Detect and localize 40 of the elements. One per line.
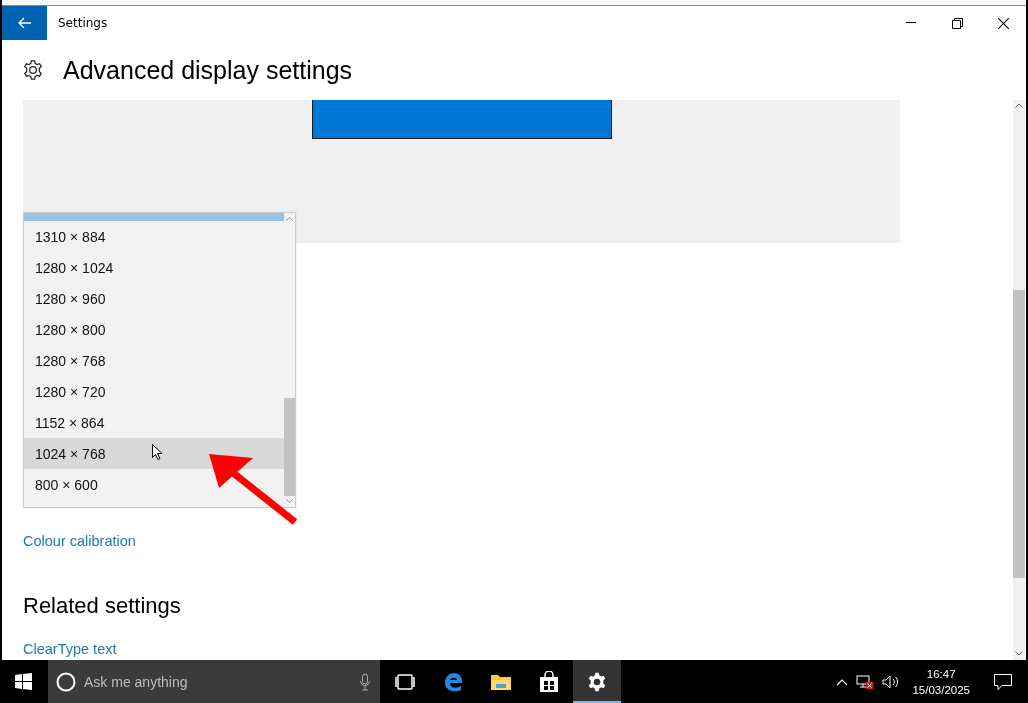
back-button[interactable] (2, 6, 47, 40)
resolution-option[interactable]: 1280 × 800 (24, 314, 284, 345)
monitor-display[interactable] (311, 100, 612, 139)
window-title: Settings (58, 16, 109, 30)
circle-icon (56, 671, 76, 692)
resolution-option[interactable]: 1280 × 960 (24, 283, 284, 314)
task-view-icon (395, 673, 415, 690)
settings-icon (587, 671, 607, 692)
scroll-up-icon[interactable] (286, 216, 293, 221)
section-heading: Related settings (23, 593, 182, 619)
settings-icon (23, 60, 43, 80)
microphone-icon[interactable] (360, 672, 370, 691)
scroll-up-icon[interactable] (1015, 103, 1023, 108)
resolution-option[interactable]: 1152 × 864 (24, 407, 284, 438)
cleartype-link[interactable]: ClearType text (23, 641, 117, 657)
resolution-option[interactable]: 1310 × 884 (24, 221, 284, 252)
shopping-bag-icon (539, 670, 559, 693)
scroll-down-icon[interactable] (286, 499, 293, 504)
resolution-option[interactable]: 800 × 600 (24, 469, 284, 500)
browser-icon (442, 670, 464, 693)
taskbar-app-button[interactable] (573, 660, 621, 703)
resolution-option[interactable]: 1280 × 1024 (24, 252, 284, 283)
close-icon (997, 17, 1009, 29)
scroll-down-icon[interactable] (1015, 651, 1023, 656)
speech-bubble-icon (994, 673, 1012, 690)
windows-logo-icon (14, 673, 32, 690)
resolution-option[interactable]: 1024 × 768 (24, 438, 284, 469)
restore-icon (951, 17, 963, 29)
minimize-icon (906, 22, 916, 24)
resolution-option[interactable]: 1280 × 720 (24, 376, 284, 407)
scrollbar-thumb[interactable] (1013, 290, 1025, 578)
search-field[interactable]: Ask me anything (82, 672, 354, 691)
resolution-option[interactable]: 1280 × 768 (24, 345, 284, 376)
clock[interactable]: 16:47 15/03/2025 (904, 665, 978, 698)
scrollbar-thumb[interactable] (284, 398, 295, 496)
mouse-cursor-icon (152, 444, 163, 460)
colour-calibration-link[interactable]: Colour calibration (23, 533, 136, 549)
search-box[interactable]: Ask me anything (48, 660, 380, 703)
page-title: Advanced display settings (63, 55, 353, 85)
back-arrow-icon (17, 17, 32, 29)
